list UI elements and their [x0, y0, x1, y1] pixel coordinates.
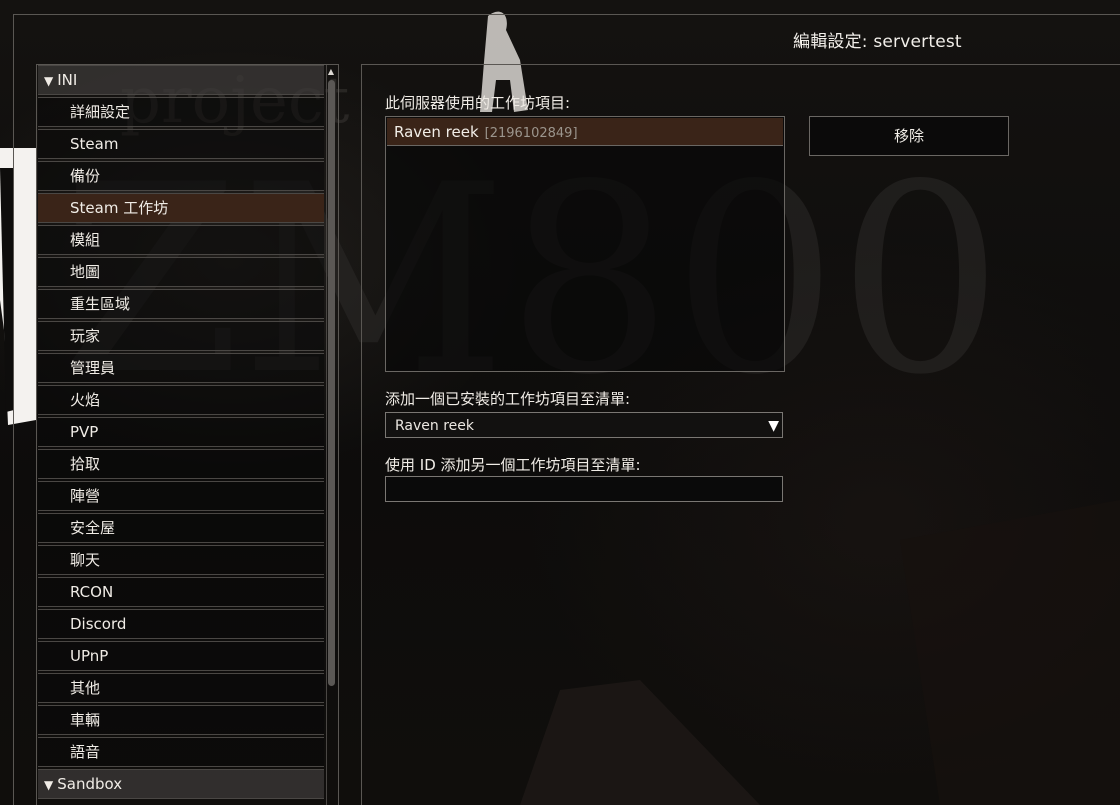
sidebar-item-steam-workshop[interactable]: Steam 工作坊 — [38, 193, 324, 223]
tree-group-label: Sandbox — [57, 775, 123, 793]
remove-button[interactable]: 移除 — [809, 116, 1009, 156]
sidebar-item-pvp[interactable]: PVP — [38, 417, 324, 447]
sidebar-item-mods[interactable]: 模組 — [38, 225, 324, 255]
page-title: 編輯設定: servertest — [793, 32, 962, 52]
sidebar-item-details[interactable]: 詳細設定 — [38, 97, 324, 127]
sidebar-item-spawn-regions[interactable]: 重生區域 — [38, 289, 324, 319]
sidebar-item-vehicles[interactable]: 車輛 — [38, 705, 324, 735]
dropdown-selected-value: Raven reek — [395, 418, 475, 434]
add-by-id-label: 使用 ID 添加另一個工作坊項目至清單: — [385, 456, 641, 474]
sidebar-item-map[interactable]: 地圖 — [38, 257, 324, 287]
add-installed-label: 添加一個已安裝的工作坊項目至清單: — [385, 390, 631, 408]
expand-triangle-icon: ▼ — [44, 778, 54, 792]
scrollbar-thumb[interactable] — [328, 80, 335, 686]
workshop-item-name: Raven reek — [394, 123, 479, 141]
list-item[interactable]: Raven reek [2196102849] — [387, 118, 783, 146]
sidebar-item-loot[interactable]: 拾取 — [38, 449, 324, 479]
app-window: project ZM800 編輯設定: servertest ▼INI 詳細設定… — [0, 0, 1120, 805]
workshop-item-id: [2196102849] — [484, 126, 578, 141]
workshop-items-list[interactable]: Raven reek [2196102849] — [385, 116, 785, 372]
tree-group-ini[interactable]: ▼ INI — [38, 65, 324, 95]
installed-workshop-dropdown[interactable]: Raven reek ▼ — [385, 412, 783, 438]
sidebar-item-faction[interactable]: 陣營 — [38, 481, 324, 511]
sidebar-item-fire[interactable]: 火焰 — [38, 385, 324, 415]
tree-group-label: INI — [57, 71, 78, 89]
expand-triangle-icon: ▼ — [44, 74, 54, 88]
sidebar-item-discord[interactable]: Discord — [38, 609, 324, 639]
sidebar-item-safehouse[interactable]: 安全屋 — [38, 513, 324, 543]
sidebar-item-backup[interactable]: 備份 — [38, 161, 324, 191]
sidebar-item-steam[interactable]: Steam — [38, 129, 324, 159]
sidebar-item-rcon[interactable]: RCON — [38, 577, 324, 607]
workshop-id-input[interactable] — [385, 476, 783, 502]
sidebar-item-upnp[interactable]: UPnP — [38, 641, 324, 671]
sidebar-item-voice[interactable]: 語音 — [38, 737, 324, 767]
tree-group-sandbox[interactable]: ▼ Sandbox — [38, 769, 324, 799]
workshop-list-label: 此伺服器使用的工作坊項目: — [385, 94, 571, 112]
sidebar-item-chat[interactable]: 聊天 — [38, 545, 324, 575]
dropdown-arrow-icon[interactable]: ▼ — [768, 413, 779, 439]
scroll-up-arrow-icon[interactable]: ▲ — [327, 67, 335, 77]
sidebar-item-other[interactable]: 其他 — [38, 673, 324, 703]
sidebar-item-admin[interactable]: 管理員 — [38, 353, 324, 383]
sidebar-item-players[interactable]: 玩家 — [38, 321, 324, 351]
settings-tree[interactable]: ▼ INI 詳細設定 Steam 備份 Steam 工作坊 模組 地圖 重生區域 … — [36, 64, 339, 805]
